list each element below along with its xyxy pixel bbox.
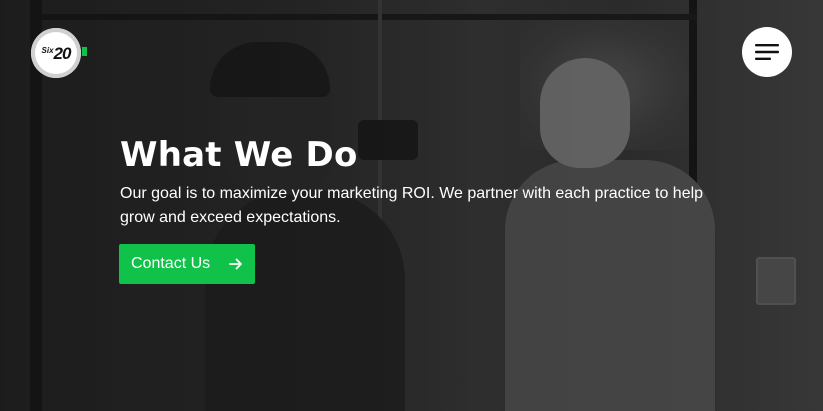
contact-us-button[interactable]: Contact Us bbox=[119, 244, 255, 284]
arrow-right-icon bbox=[229, 258, 243, 270]
hero-section: Six 20 What We Do Our goal is to maximiz… bbox=[0, 0, 823, 411]
menu-button[interactable] bbox=[742, 27, 792, 77]
logo-accent-mark bbox=[82, 47, 87, 56]
hero-subtitle: Our goal is to maximize your marketing R… bbox=[120, 185, 704, 226]
contact-us-label: Contact Us bbox=[131, 255, 211, 272]
logo-number: 20 bbox=[53, 44, 72, 63]
logo-wordmark: Six 20 bbox=[41, 44, 72, 64]
hero-content: What We Do Our goal is to maximize your … bbox=[120, 134, 720, 230]
hero-title: What We Do bbox=[120, 135, 358, 175]
hamburger-menu-icon bbox=[755, 44, 779, 60]
site-logo[interactable]: Six 20 bbox=[31, 28, 81, 78]
logo-prefix: Six bbox=[41, 46, 54, 55]
